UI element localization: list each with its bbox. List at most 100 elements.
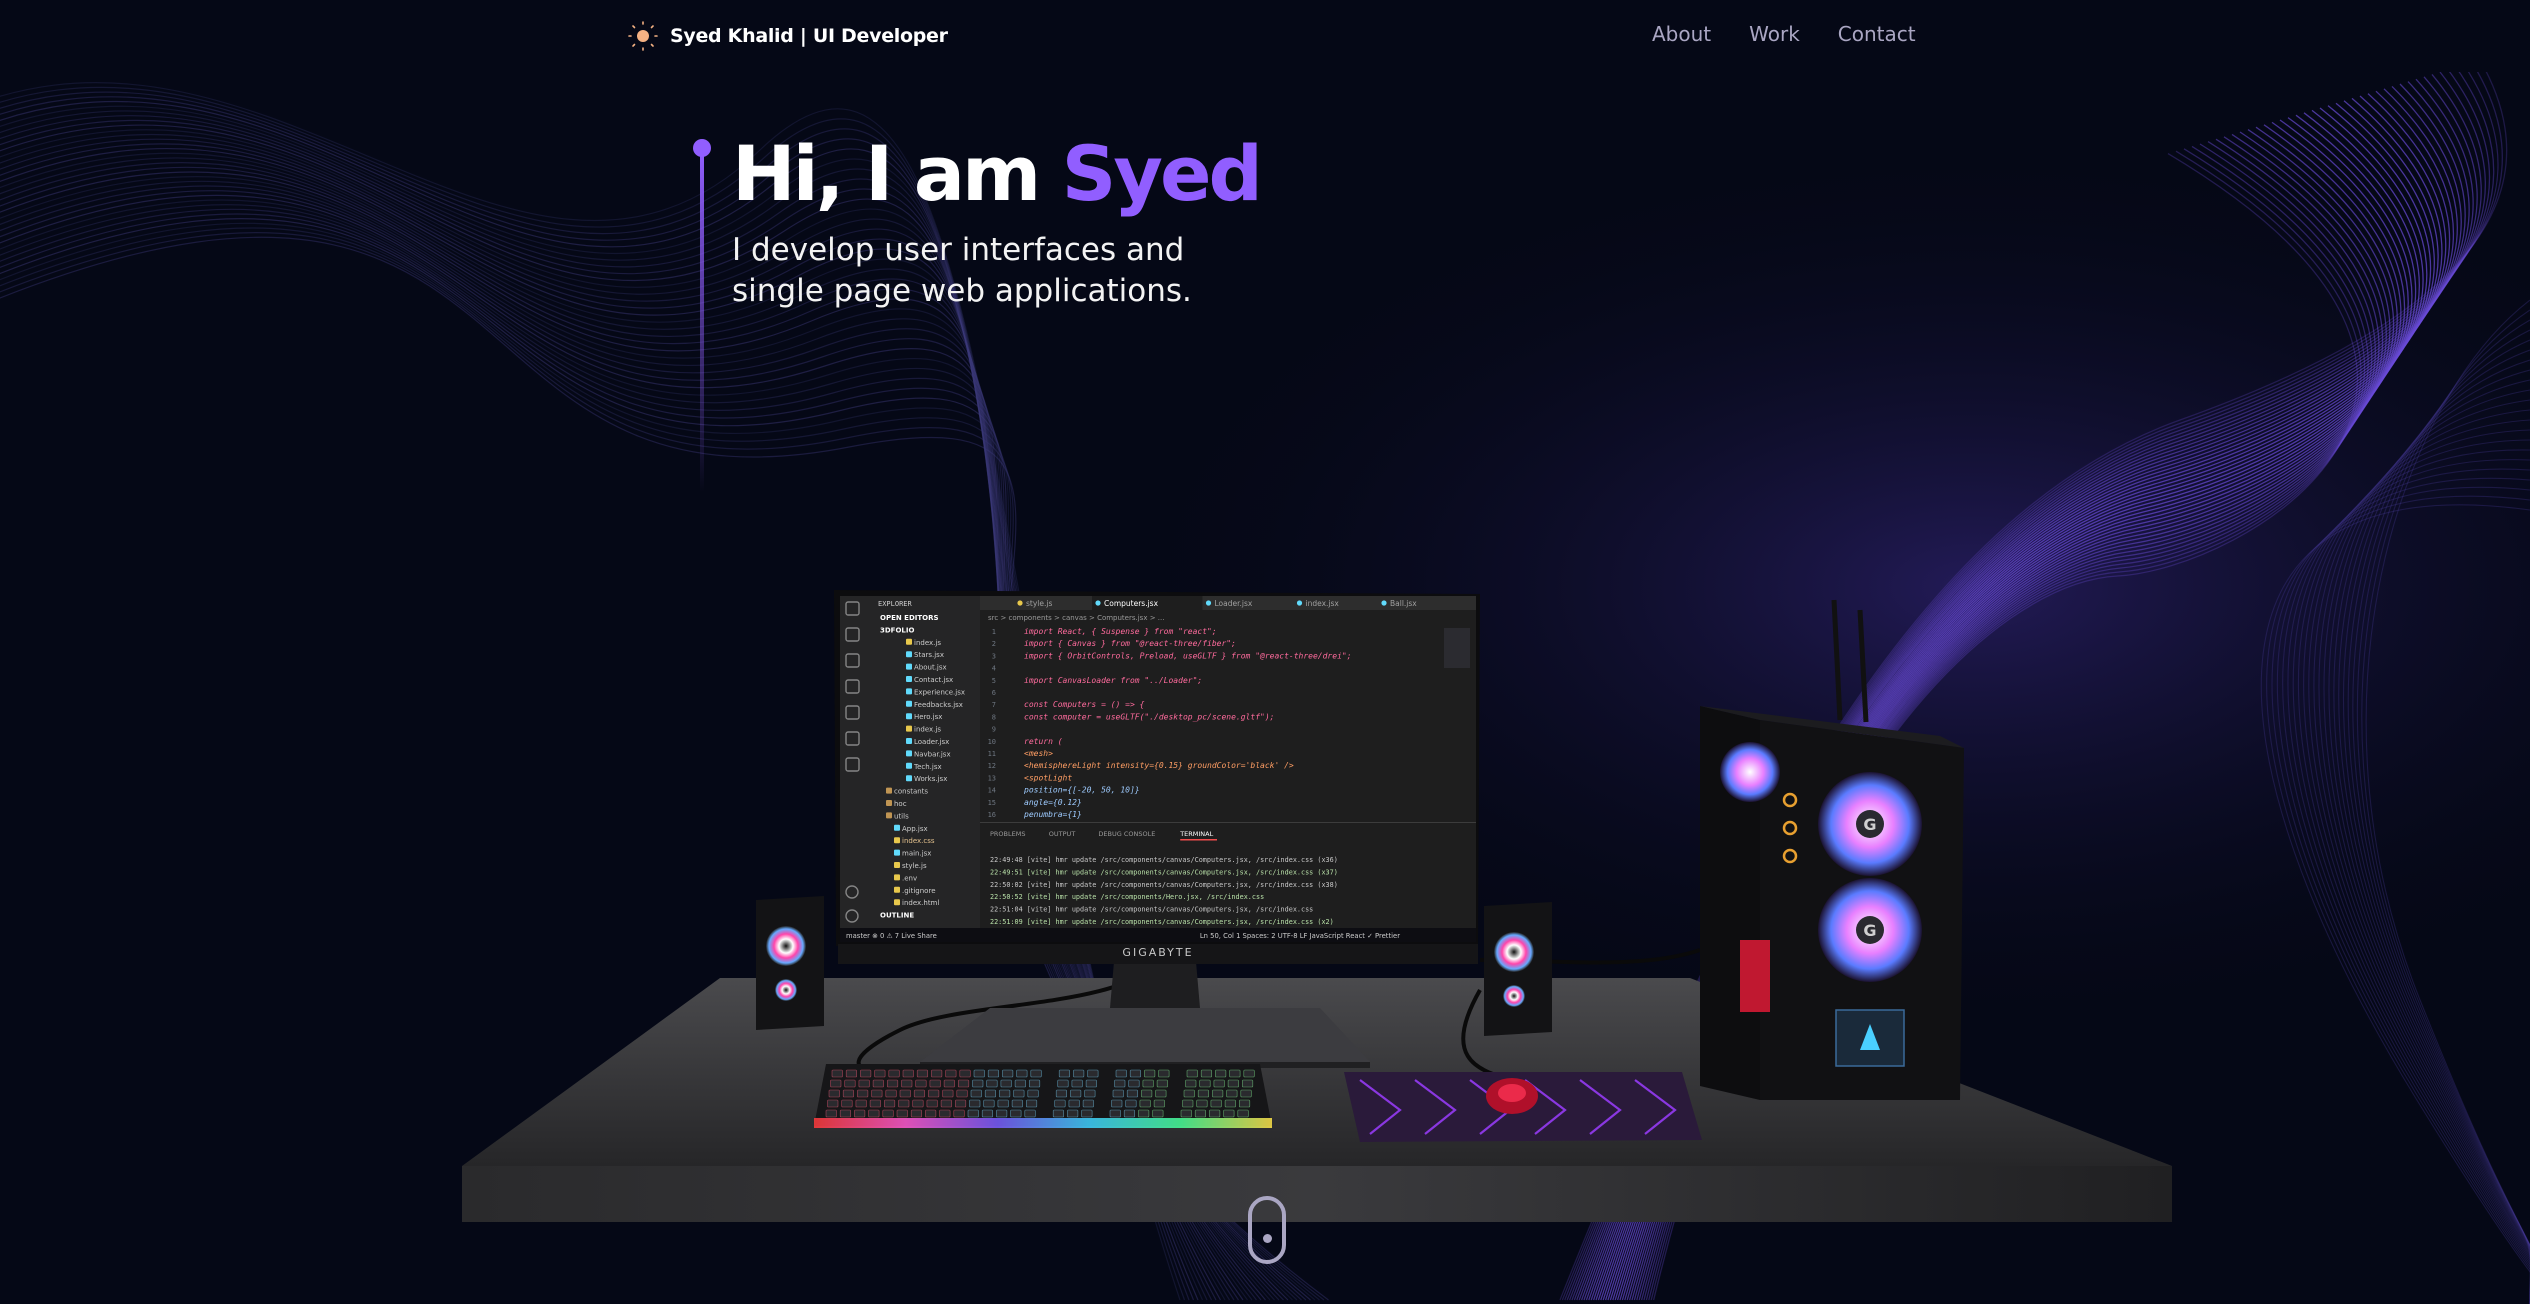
explorer-item: utils (894, 812, 909, 820)
speaker-woofer (1494, 932, 1534, 972)
line-number: 1 (992, 628, 996, 636)
keyboard-key (901, 1079, 913, 1088)
line-number: 15 (988, 799, 996, 807)
status-right: Ln 50, Col 1 Spaces: 2 UTF-8 LF JavaScri… (1200, 932, 1400, 940)
explorer-item: About.jsx (914, 664, 947, 672)
keyboard-key (943, 1079, 955, 1088)
explorer-item: hoc (894, 800, 907, 808)
explorer-item: .gitignore (902, 887, 936, 895)
keyboard-key (967, 1109, 979, 1118)
keyboard-key (844, 1079, 856, 1088)
line-number: 9 (992, 726, 996, 734)
nav-link-about[interactable]: About (1652, 22, 1711, 46)
line-number: 10 (988, 738, 996, 746)
file-type-icon (906, 638, 912, 645)
keyboard-key (1156, 1079, 1168, 1088)
keyboard-key (827, 1099, 839, 1108)
keyboard-key (1085, 1079, 1097, 1088)
keyboard-key (915, 1079, 927, 1088)
explorer-item: App.jsx (902, 825, 928, 833)
line-number: 4 (992, 665, 996, 673)
keyboard-key (1067, 1109, 1079, 1118)
nav-link-work[interactable]: Work (1749, 22, 1800, 46)
tab-file-icon (1017, 600, 1023, 606)
keyboard-key (1013, 1089, 1025, 1098)
keyboard-key (888, 1069, 900, 1078)
explorer-item: Contact.jsx (914, 676, 953, 684)
keyboard-key (1030, 1069, 1042, 1078)
keyboard-key (973, 1069, 985, 1078)
explorer-item: constants (894, 788, 928, 796)
explorer-item: Stars.jsx (914, 651, 944, 659)
keyboard-key (987, 1069, 1000, 1078)
file-type-icon (894, 899, 900, 906)
scroll-to-about-button[interactable] (1248, 1196, 1286, 1264)
mousepad (1344, 1072, 1702, 1142)
tab-file-icon (1205, 600, 1212, 606)
keyboard-key (1126, 1089, 1138, 1098)
keyboard-key (1227, 1079, 1239, 1088)
keyboard-key (899, 1089, 911, 1098)
keyboard-key (954, 1099, 967, 1108)
keyboard-key (1180, 1109, 1192, 1118)
keyboard-key (1182, 1099, 1194, 1108)
keyboard-key (857, 1089, 869, 1098)
code-line: angle={0.12} (1024, 798, 1082, 807)
panel-tab: PROBLEMS (990, 830, 1025, 838)
keyboard-key (831, 1069, 843, 1078)
code-line: const Computers = () => { (1024, 700, 1145, 709)
keyboard-key (1073, 1069, 1085, 1078)
keyboard-key (931, 1069, 943, 1078)
desktop-pc-3d-scene[interactable]: GIGABYTEEXPLOREROPEN EDITORS3DFOLIOindex… (0, 0, 2530, 1304)
editor-tab: Ball.jsx (1390, 599, 1417, 608)
keyboard-key (1112, 1089, 1124, 1098)
keyboard-key (1114, 1079, 1126, 1088)
keyboard-key (1152, 1109, 1164, 1118)
keyboard-key (1196, 1099, 1208, 1108)
file-type-icon (906, 725, 912, 732)
code-line: return ( (1024, 737, 1063, 746)
brand-text: Syed Khalid | UI Developer (670, 25, 948, 47)
speaker-woofer (766, 926, 806, 966)
keyboard-key (959, 1069, 971, 1078)
wifi-antenna (1831, 599, 1843, 721)
keyboard-key (874, 1069, 886, 1078)
keyboard-key (910, 1109, 923, 1118)
keyboard-key (1082, 1099, 1094, 1108)
keyboard-key (1223, 1109, 1235, 1118)
hero-accent-line (693, 139, 711, 492)
keyboard-key (1224, 1099, 1236, 1108)
line-number: 13 (988, 774, 996, 782)
keyboard-key (1058, 1069, 1070, 1078)
keyboard-key (1144, 1069, 1156, 1078)
line-number: 12 (988, 762, 996, 770)
explorer-item: Loader.jsx (914, 738, 949, 746)
editor-tab: style.js (1026, 599, 1052, 608)
keyboard-key (1068, 1099, 1080, 1108)
keyboard-key (1155, 1089, 1167, 1098)
keyboard-key (1209, 1109, 1221, 1118)
code-line: import CanvasLoader from "../Loader"; (1024, 676, 1202, 685)
mouse-glow (1498, 1084, 1526, 1102)
keyboard-key (1158, 1069, 1170, 1078)
terminal-line: 22:49:51 [vite] hmr update /src/componen… (990, 868, 1338, 876)
file-type-icon (894, 824, 900, 831)
keyboard-key (972, 1079, 984, 1088)
brand-link[interactable]: Syed Khalid | UI Developer (628, 20, 948, 52)
keyboard-key (969, 1099, 981, 1108)
panel-tab-underline (1180, 839, 1217, 841)
explorer-item: Hero.jsx (914, 713, 942, 721)
nav-link-contact[interactable]: Contact (1838, 22, 1916, 46)
panel-divider (980, 822, 1476, 823)
keyboard-key (1057, 1079, 1069, 1088)
keyboard-key (1210, 1099, 1222, 1108)
line-number: 14 (988, 787, 996, 795)
file-type-icon (906, 738, 912, 744)
terminal-line: 22:50:02 [vite] hmr update /src/componen… (990, 881, 1338, 889)
code-line: <hemisphereLight intensity={0.15} ground… (1024, 761, 1294, 770)
explorer-item: index.js (914, 726, 941, 734)
keyboard-key (842, 1089, 855, 1098)
keyboard-key (1027, 1089, 1039, 1098)
code-line: <spotLight (1024, 773, 1072, 782)
keyboard-key (1071, 1079, 1083, 1088)
